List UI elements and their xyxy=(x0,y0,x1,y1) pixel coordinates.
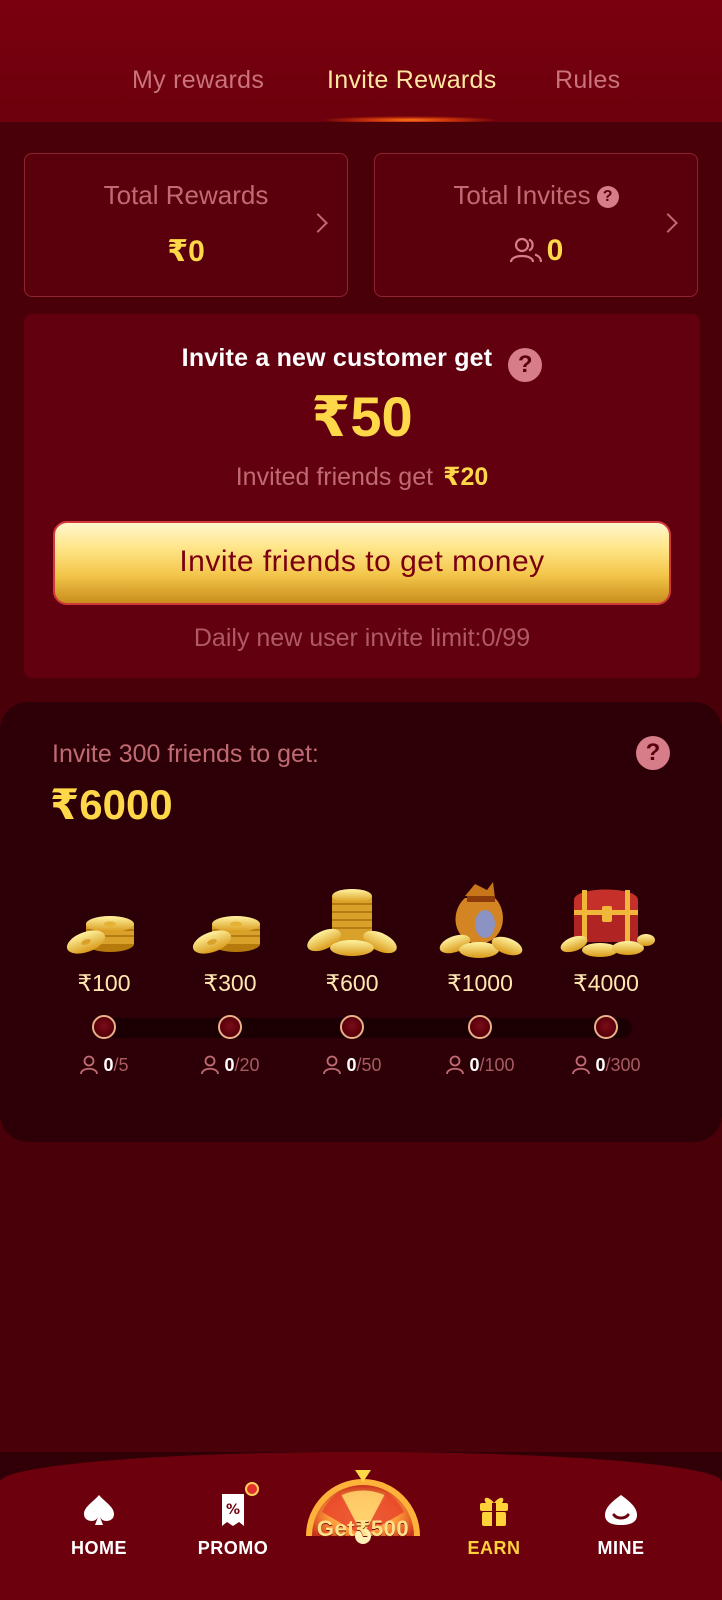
money-bag-icon xyxy=(420,882,540,960)
total-rewards-value: ₹0 xyxy=(167,235,205,268)
coin-stack-icon xyxy=(170,882,290,960)
milestone-reward: ₹300 xyxy=(203,970,257,996)
nav-mine[interactable]: MINE xyxy=(571,1490,671,1559)
nav-home-label: HOME xyxy=(71,1538,127,1558)
invited-friends-label: Invited friends get xyxy=(235,463,434,491)
milestone-reward: ₹100 xyxy=(77,970,131,996)
total-rewards-card[interactable]: Total Rewards ₹0 xyxy=(24,153,348,297)
milestone-item: ₹300 0/20 xyxy=(170,882,290,1080)
users-icon xyxy=(509,236,543,272)
milestone-reward: ₹4000 xyxy=(573,970,639,996)
invite-panel: Invite a new customer get? ₹50 Invited f… xyxy=(24,314,700,678)
lucky-wheel-label[interactable]: Get₹500 xyxy=(290,1516,436,1542)
lucky-wheel-button[interactable] xyxy=(300,1452,426,1562)
top-tab-bar: My rewards Invite Rewards Rules xyxy=(0,0,722,124)
notification-dot xyxy=(245,1482,259,1496)
coin-pile-icon xyxy=(292,882,412,960)
milestone-reward: ₹1000 xyxy=(447,970,513,996)
milestone-target: /50 xyxy=(356,1055,382,1075)
milestone-title: Invite 300 friends to get: xyxy=(52,740,319,768)
milestone-current: 0 xyxy=(469,1055,480,1075)
milestone-target: /5 xyxy=(113,1055,129,1075)
tab-invite-rewards[interactable]: Invite Rewards xyxy=(327,66,497,95)
invited-friends-amount: ₹20 xyxy=(443,463,489,491)
milestone-reward: ₹600 xyxy=(325,970,379,996)
gift-icon xyxy=(444,1490,544,1530)
nav-home[interactable]: HOME xyxy=(49,1490,149,1559)
promo-ticket-icon: % xyxy=(183,1490,283,1530)
nav-earn[interactable]: EARN xyxy=(444,1490,544,1559)
milestone-progress: 0/300 xyxy=(546,1055,666,1080)
milestone-panel: Invite 300 friends to get: ? ₹6000 ₹100 … xyxy=(0,702,722,1142)
milestone-progress: 0/20 xyxy=(170,1055,290,1080)
milestone-item: ₹600 0/50 xyxy=(292,882,412,1080)
user-icon xyxy=(322,1055,342,1080)
milestone-dot xyxy=(218,1015,242,1039)
milestone-target: /300 xyxy=(605,1055,641,1075)
total-invites-label: Total Invites xyxy=(453,180,591,210)
invite-title: Invite a new customer get xyxy=(181,344,493,372)
tab-rules[interactable]: Rules xyxy=(555,66,620,95)
total-invites-value-row: 0 xyxy=(375,234,697,272)
milestone-progress: 0/5 xyxy=(44,1055,164,1080)
milestone-dot xyxy=(594,1015,618,1039)
help-icon[interactable]: ? xyxy=(508,348,543,382)
total-invites-label-row: Total Invites? xyxy=(375,180,697,211)
milestone-progress: 0/50 xyxy=(292,1055,412,1080)
total-rewards-label: Total Rewards xyxy=(103,180,269,210)
nav-promo[interactable]: % PROMO xyxy=(183,1482,283,1559)
invite-reward-amount: ₹50 xyxy=(311,385,413,448)
user-icon xyxy=(79,1055,99,1080)
milestone-item: ₹4000 0/300 xyxy=(546,882,666,1080)
milestone-current: 0 xyxy=(346,1055,357,1075)
tab-my-rewards[interactable]: My rewards xyxy=(132,66,264,95)
nav-earn-label: EARN xyxy=(467,1538,521,1558)
nav-promo-label: PROMO xyxy=(197,1538,269,1558)
treasure-chest-icon xyxy=(546,882,666,960)
user-icon xyxy=(445,1055,465,1080)
milestone-current: 0 xyxy=(224,1055,235,1075)
invited-friends-row: Invited friends get ₹20 xyxy=(24,462,700,492)
invite-title-row: Invite a new customer get? xyxy=(24,344,700,382)
total-invites-value: 0 xyxy=(546,234,564,267)
daily-invite-limit: Daily new user invite limit:0/99 xyxy=(193,624,531,652)
user-profile-icon xyxy=(571,1490,671,1530)
total-invites-card[interactable]: Total Invites? 0 xyxy=(374,153,698,297)
milestone-item: ₹100 0/5 xyxy=(44,882,164,1080)
milestone-item: ₹1000 0/100 xyxy=(420,882,540,1080)
milestone-current: 0 xyxy=(103,1055,114,1075)
lucky-wheel-icon xyxy=(306,1470,420,1544)
milestone-current: 0 xyxy=(595,1055,606,1075)
nav-mine-label: MINE xyxy=(597,1538,645,1558)
svg-text:%: % xyxy=(226,1502,240,1518)
help-icon[interactable]: ? xyxy=(636,736,670,770)
milestone-target: /20 xyxy=(234,1055,260,1075)
help-icon[interactable]: ? xyxy=(596,186,619,208)
chevron-right-icon xyxy=(658,213,678,233)
milestone-dot xyxy=(468,1015,492,1039)
user-icon xyxy=(571,1055,591,1080)
user-icon xyxy=(200,1055,220,1080)
milestone-amount: ₹6000 xyxy=(50,781,173,828)
invite-friends-button[interactable]: Invite friends to get money xyxy=(53,521,671,605)
chevron-right-icon xyxy=(308,213,328,233)
spade-icon xyxy=(49,1490,149,1530)
milestone-dot xyxy=(340,1015,364,1039)
milestone-target: /100 xyxy=(479,1055,515,1075)
milestone-progress: 0/100 xyxy=(420,1055,540,1080)
coin-stack-icon xyxy=(44,882,164,960)
milestone-dot xyxy=(92,1015,116,1039)
